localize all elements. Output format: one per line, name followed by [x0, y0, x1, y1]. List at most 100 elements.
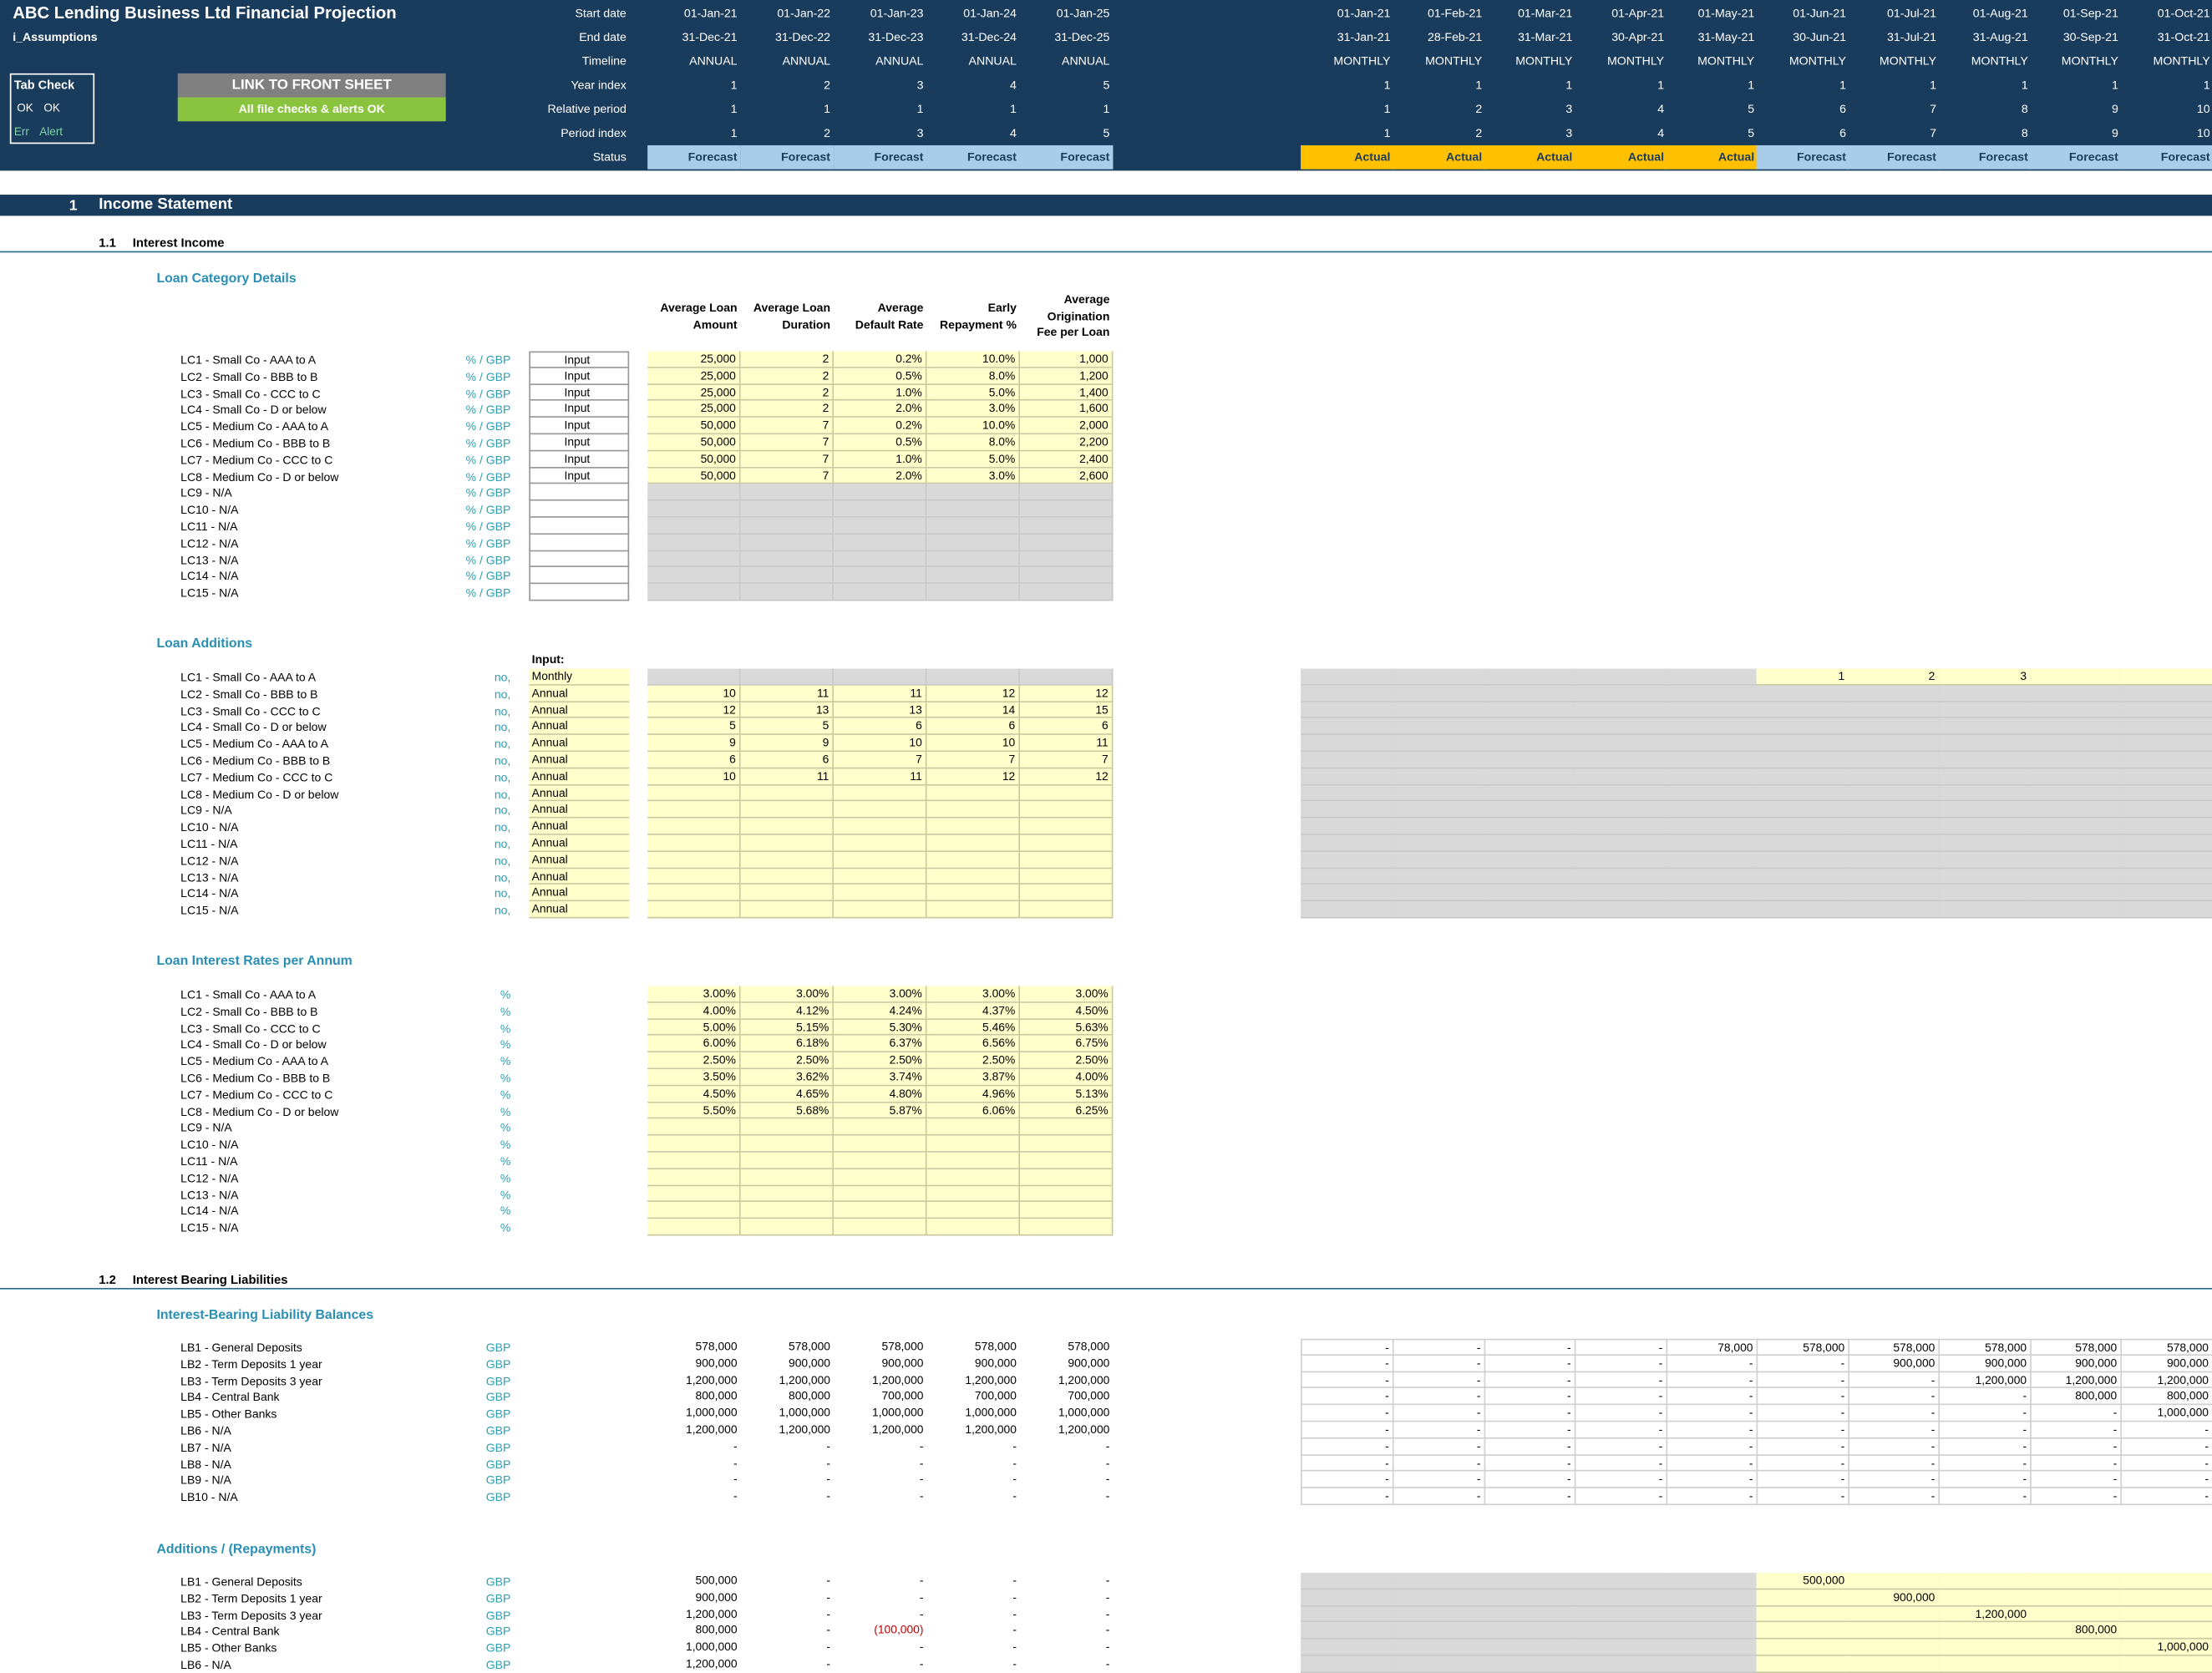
input-cell[interactable]: 3.00% — [926, 986, 1020, 1003]
input-cell[interactable]: 0.2% — [834, 351, 926, 368]
input-cell[interactable]: 4.24% — [834, 1002, 926, 1020]
input-cell[interactable]: 25,000 — [647, 368, 740, 385]
input-cell[interactable]: 2.0% — [834, 468, 926, 484]
input-cell[interactable] — [1756, 1639, 1849, 1656]
input-cell[interactable] — [1846, 1605, 1940, 1623]
input-cell[interactable]: 1,200 — [1020, 368, 1113, 385]
input-cell[interactable] — [647, 1118, 740, 1136]
input-cell[interactable] — [1756, 1605, 1849, 1623]
input-cell[interactable]: 2,200 — [1020, 434, 1113, 452]
input-cell[interactable]: 3.62% — [740, 1069, 834, 1087]
input-cell[interactable] — [926, 801, 1020, 819]
input-cell[interactable] — [2028, 1655, 2122, 1673]
input-cell[interactable]: 3.0% — [926, 468, 1020, 484]
input-cell[interactable]: 800,000 — [2028, 1622, 2122, 1640]
input-cell[interactable]: 12 — [647, 702, 740, 719]
frequency-cell[interactable]: Annual — [529, 801, 630, 819]
input-cell[interactable] — [834, 1135, 926, 1153]
input-cell[interactable]: 11 — [834, 768, 926, 786]
input-cell[interactable] — [1938, 1589, 2032, 1606]
input-cell[interactable] — [740, 851, 834, 869]
input-cell[interactable]: 50,000 — [647, 434, 740, 452]
input-cell[interactable]: 0.5% — [834, 434, 926, 452]
input-cell[interactable]: 2 — [740, 351, 834, 368]
input-cell[interactable]: 2.50% — [647, 1052, 740, 1070]
input-flag-cell[interactable]: Input — [529, 434, 630, 452]
input-cell[interactable] — [1020, 834, 1113, 852]
input-cell[interactable]: 2.50% — [740, 1052, 834, 1070]
input-cell[interactable] — [926, 868, 1020, 885]
input-cell[interactable] — [1846, 1573, 1940, 1590]
input-cell[interactable]: 4.65% — [740, 1086, 834, 1103]
input-cell[interactable] — [740, 1202, 834, 1219]
input-cell[interactable]: 5.63% — [1020, 1019, 1113, 1037]
input-cell[interactable]: 12 — [1020, 768, 1113, 786]
input-cell[interactable] — [740, 885, 834, 902]
input-cell[interactable] — [647, 868, 740, 885]
input-cell[interactable]: 2,000 — [1020, 418, 1113, 435]
input-cell[interactable] — [834, 785, 926, 802]
input-cell[interactable]: 5.50% — [647, 1103, 740, 1119]
input-cell[interactable]: 5.30% — [834, 1019, 926, 1037]
input-cell[interactable]: 1,400 — [1020, 384, 1113, 402]
input-cell[interactable] — [2120, 1622, 2212, 1640]
input-cell[interactable]: 2 — [740, 384, 834, 402]
input-cell[interactable]: 10 — [647, 685, 740, 702]
input-cell[interactable]: 3.00% — [740, 986, 834, 1003]
frequency-cell[interactable]: Annual — [529, 901, 630, 919]
input-cell[interactable]: 8.0% — [926, 434, 1020, 452]
input-cell[interactable]: 3.00% — [647, 986, 740, 1003]
input-cell[interactable] — [834, 868, 926, 885]
input-cell[interactable]: 4.96% — [926, 1086, 1020, 1103]
input-flag-cell[interactable]: Input — [529, 351, 630, 368]
input-cell[interactable]: 1,000,000 — [2120, 1639, 2212, 1656]
input-cell[interactable] — [2028, 1605, 2122, 1623]
input-cell[interactable]: 7 — [834, 752, 926, 769]
input-cell[interactable]: 10.0% — [926, 351, 1020, 368]
input-cell[interactable] — [926, 1135, 1020, 1153]
input-cell[interactable] — [834, 851, 926, 869]
input-cell[interactable]: 3.50% — [647, 1069, 740, 1087]
input-cell[interactable] — [647, 1152, 740, 1169]
input-flag-cell[interactable]: Input — [529, 401, 630, 418]
input-cell[interactable] — [926, 818, 1020, 835]
frequency-cell[interactable]: Annual — [529, 818, 630, 835]
input-cell[interactable]: 5.0% — [926, 451, 1020, 469]
input-cell[interactable]: 6.00% — [647, 1036, 740, 1053]
input-flag-cell[interactable] — [529, 567, 630, 585]
input-cell[interactable] — [926, 785, 1020, 802]
input-cell[interactable]: 6.25% — [1020, 1103, 1113, 1119]
input-cell[interactable] — [926, 851, 1020, 869]
input-cell[interactable]: 4.00% — [647, 1002, 740, 1020]
frequency-cell[interactable]: Annual — [529, 685, 630, 702]
input-cell[interactable] — [2120, 668, 2212, 686]
input-cell[interactable] — [1020, 885, 1113, 902]
input-cell[interactable]: 1,600 — [1020, 401, 1113, 418]
input-cell[interactable] — [926, 1118, 1020, 1136]
input-cell[interactable] — [834, 901, 926, 919]
input-cell[interactable] — [1020, 851, 1113, 869]
input-cell[interactable]: 2 — [740, 401, 834, 418]
input-cell[interactable] — [1938, 1639, 2032, 1656]
input-cell[interactable] — [1020, 1152, 1113, 1169]
input-cell[interactable] — [647, 801, 740, 819]
input-flag-cell[interactable] — [529, 517, 630, 535]
input-cell[interactable]: 11 — [740, 768, 834, 786]
input-cell[interactable] — [834, 818, 926, 835]
input-cell[interactable]: 9 — [740, 735, 834, 753]
input-cell[interactable] — [1020, 901, 1113, 919]
input-flag-cell[interactable] — [529, 584, 630, 601]
input-flag-cell[interactable] — [529, 500, 630, 518]
input-cell[interactable]: 4.80% — [834, 1086, 926, 1103]
input-cell[interactable]: 6.37% — [834, 1036, 926, 1053]
input-cell[interactable] — [2120, 1655, 2212, 1673]
input-cell[interactable]: 7 — [740, 468, 834, 484]
input-cell[interactable] — [740, 785, 834, 802]
input-cell[interactable] — [834, 1169, 926, 1186]
input-flag-cell[interactable]: Input — [529, 418, 630, 435]
input-cell[interactable] — [834, 885, 926, 902]
input-flag-cell[interactable] — [529, 534, 630, 551]
input-cell[interactable]: 6.75% — [1020, 1036, 1113, 1053]
input-cell[interactable] — [740, 1152, 834, 1169]
input-cell[interactable] — [1938, 1573, 2032, 1590]
